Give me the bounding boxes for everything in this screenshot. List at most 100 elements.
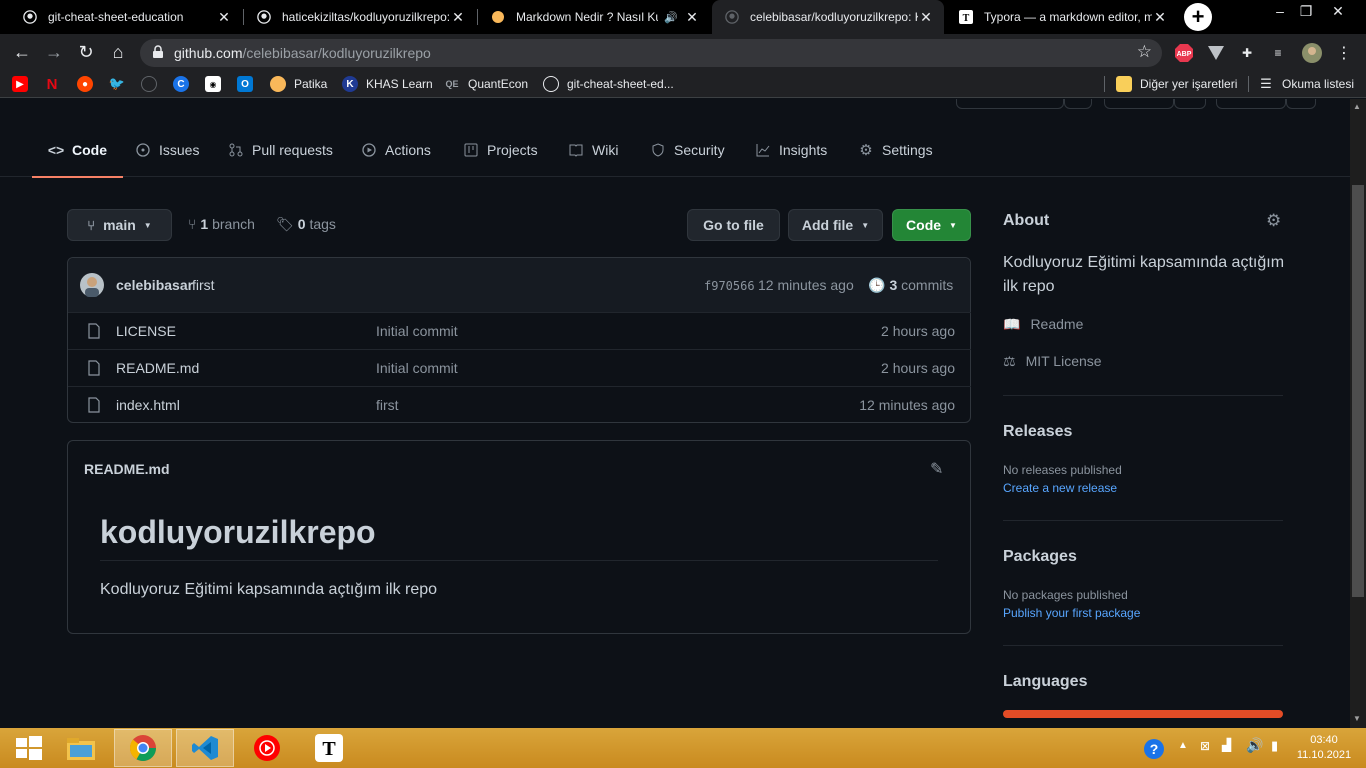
scroll-up-arrow[interactable]: ▲ xyxy=(1353,102,1361,111)
close-tab-icon[interactable]: ✕ xyxy=(684,9,700,26)
tab-pull-requests[interactable]: Pull requests xyxy=(228,123,333,177)
browser-tab[interactable]: Markdown Nedir ? Nasıl Kul 🔊 ✕ xyxy=(478,0,710,34)
home-icon[interactable]: ⌂ xyxy=(106,40,130,64)
go-to-file-button[interactable]: Go to file xyxy=(687,209,780,241)
pencil-icon[interactable]: ✎ xyxy=(930,459,943,479)
signal-icon[interactable]: ▟ xyxy=(1222,738,1231,752)
file-commit-message[interactable]: Initial commit xyxy=(376,360,458,376)
lock-icon[interactable] xyxy=(152,45,166,59)
tab-projects[interactable]: Projects xyxy=(463,123,538,177)
file-row[interactable]: LICENSE Initial commit 2 hours ago xyxy=(68,312,971,349)
tab-insights[interactable]: Insights xyxy=(755,123,827,177)
chrome-taskbar-button[interactable] xyxy=(114,729,172,767)
packages-title[interactable]: Packages xyxy=(1003,548,1077,566)
typora-taskbar-button[interactable]: T xyxy=(300,729,358,767)
tab-settings[interactable]: ⚙ Settings xyxy=(858,123,932,177)
browser-tab-active[interactable]: celebibasar/kodluyoruzilkrepo: K ✕ xyxy=(712,0,944,34)
create-release-link[interactable]: Create a new release xyxy=(1003,481,1117,495)
file-commit-message[interactable]: first xyxy=(376,397,399,413)
media-control-icon[interactable]: ≡ xyxy=(1268,43,1288,63)
bookmark-khas-learn[interactable]: K KHAS Learn xyxy=(342,76,433,92)
avatar[interactable] xyxy=(80,273,104,297)
bookmark-youtube[interactable]: ▶ xyxy=(12,76,36,92)
commits-link[interactable]: 🕒 3 commits xyxy=(868,277,953,294)
tags-link[interactable]: 🏷 0 tags xyxy=(276,216,336,233)
other-bookmarks[interactable]: Diğer yer işaretleri xyxy=(1116,76,1237,92)
speaker-icon[interactable]: 🔊 xyxy=(664,11,678,24)
tray-expand-icon[interactable]: ▲ xyxy=(1178,740,1188,751)
file-commit-message[interactable]: Initial commit xyxy=(376,323,458,339)
license-link[interactable]: ⚖ MIT License xyxy=(1003,353,1102,370)
address-bar[interactable]: github.com/celebibasar/kodluyoruzilkrepo… xyxy=(140,39,1162,67)
tab-issues[interactable]: Issues xyxy=(135,123,199,177)
bookmark-twitter[interactable]: 🐦 xyxy=(109,76,133,92)
watch-count[interactable] xyxy=(1064,99,1092,109)
adblock-icon[interactable]: ABP xyxy=(1174,43,1194,63)
bookmark-github[interactable] xyxy=(141,76,165,92)
close-window-icon[interactable]: ✕ xyxy=(1320,0,1356,26)
publish-package-link[interactable]: Publish your first package xyxy=(1003,606,1140,620)
menu-icon[interactable]: ⋮ xyxy=(1334,43,1354,63)
youtube-music-taskbar-button[interactable] xyxy=(238,729,296,767)
close-tab-icon[interactable]: ✕ xyxy=(918,9,934,26)
puzzle-icon[interactable]: ✚ xyxy=(1237,43,1257,63)
watch-button[interactable] xyxy=(956,99,1064,109)
code-download-button[interactable]: Code ▼ xyxy=(892,209,971,241)
help-icon[interactable]: ? xyxy=(1143,738,1165,765)
back-icon[interactable]: ← xyxy=(10,40,34,64)
add-file-button[interactable]: Add file ▼ xyxy=(788,209,883,241)
tab-code[interactable]: <> Code xyxy=(32,123,123,178)
bookmark-patika[interactable]: Patika xyxy=(270,76,327,92)
commit-message[interactable]: first xyxy=(192,277,215,293)
extension-v-icon[interactable] xyxy=(1206,43,1226,63)
start-button[interactable] xyxy=(0,729,58,767)
forward-icon[interactable]: → xyxy=(42,40,66,64)
gear-icon[interactable]: ⚙ xyxy=(1266,211,1281,231)
bookmark-news[interactable]: ◉ xyxy=(205,76,229,92)
close-tab-icon[interactable]: ✕ xyxy=(450,9,466,26)
star-button[interactable] xyxy=(1104,99,1174,109)
bookmark-netflix[interactable]: N xyxy=(44,76,68,93)
file-row[interactable]: index.html first 12 minutes ago xyxy=(68,386,971,423)
scrollbar-thumb[interactable] xyxy=(1352,185,1364,597)
releases-title[interactable]: Releases xyxy=(1003,423,1072,441)
avatar[interactable] xyxy=(1302,43,1322,63)
bookmark-outlook[interactable]: O xyxy=(237,76,261,92)
clock[interactable]: 03:40 11.10.2021 xyxy=(1294,733,1354,763)
tab-actions[interactable]: Actions xyxy=(361,123,431,177)
commit-author[interactable]: celebibasar xyxy=(116,277,193,293)
tab-security[interactable]: Security xyxy=(650,123,725,177)
reading-list[interactable]: ☰ Okuma listesi xyxy=(1258,76,1354,92)
readme-link[interactable]: 📖 Readme xyxy=(1003,316,1083,333)
commit-sha[interactable]: f970566 xyxy=(704,279,755,293)
branch-select-button[interactable]: ⑂ main ▼ xyxy=(67,209,172,241)
reload-icon[interactable]: ↻ xyxy=(74,40,98,64)
bookmark-git-cheat-sheet[interactable]: git-cheat-sheet-ed... xyxy=(543,76,674,92)
browser-tab[interactable]: T Typora — a markdown editor, m ✕ xyxy=(946,0,1178,34)
star-count[interactable] xyxy=(1174,99,1206,109)
new-tab-button[interactable]: + xyxy=(1184,3,1212,31)
scroll-down-arrow[interactable]: ▼ xyxy=(1353,714,1361,723)
bookmark-reddit[interactable]: ● xyxy=(77,76,101,92)
fork-button[interactable] xyxy=(1216,99,1286,109)
close-tab-icon[interactable]: ✕ xyxy=(216,9,232,26)
file-name[interactable]: index.html xyxy=(116,397,180,413)
fork-count[interactable] xyxy=(1286,99,1316,109)
tab-wiki[interactable]: Wiki xyxy=(568,123,618,177)
bookmark-c[interactable]: C xyxy=(173,76,197,92)
browser-tab[interactable]: git-cheat-sheet-education ✕ xyxy=(10,0,242,34)
browser-tab[interactable]: haticekiziltas/kodluyoruzilkrepo: ✕ xyxy=(244,0,476,34)
bookmark-star-icon[interactable]: ☆ xyxy=(1137,42,1152,62)
file-explorer-button[interactable] xyxy=(52,729,110,767)
file-name[interactable]: LICENSE xyxy=(116,323,176,339)
network-warning-icon[interactable]: ⊠ xyxy=(1200,739,1210,753)
battery-icon[interactable]: ▮ xyxy=(1271,738,1278,754)
close-tab-icon[interactable]: ✕ xyxy=(1152,9,1168,26)
vscode-taskbar-button[interactable] xyxy=(176,729,234,767)
file-row[interactable]: README.md Initial commit 2 hours ago xyxy=(68,349,971,386)
branches-link[interactable]: ⑂ 1 branch xyxy=(188,216,255,232)
maximize-icon[interactable]: ❐ xyxy=(1288,0,1324,26)
file-name[interactable]: README.md xyxy=(116,360,199,376)
bookmark-quantecon[interactable]: QE QuantEcon xyxy=(444,76,528,92)
volume-icon[interactable]: 🔊 xyxy=(1246,737,1263,754)
